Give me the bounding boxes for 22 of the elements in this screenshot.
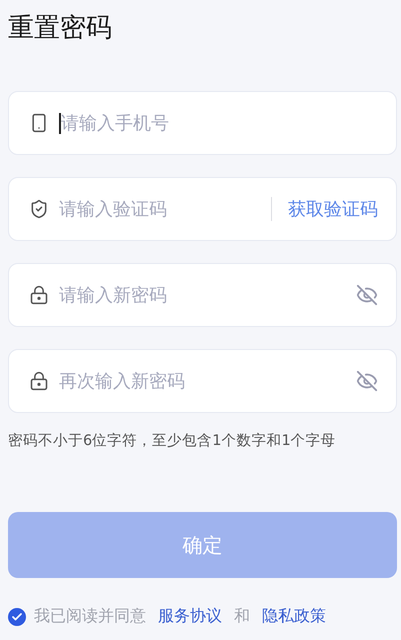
text-field[interactable]: 请输入新密码 xyxy=(8,263,397,327)
lock-icon xyxy=(29,371,49,391)
page-title: 重置密码 xyxy=(8,12,113,45)
check-icon xyxy=(11,610,23,622)
input-field[interactable]: 请输入新密码 xyxy=(59,284,346,306)
input-field[interactable]: 再次输入新密码 xyxy=(59,370,346,392)
input-field[interactable]: 请输入验证码 xyxy=(59,198,261,220)
eye-off-icon[interactable] xyxy=(356,284,378,306)
agree-checkbox[interactable] xyxy=(8,608,26,626)
shield-check-icon xyxy=(29,199,49,219)
terms-link[interactable]: 服务协议 xyxy=(158,606,222,627)
input-field[interactable]: 请输入手机号 xyxy=(59,112,378,134)
agree-text: 我已阅读并同意 xyxy=(34,606,146,627)
joiner-text: 和 xyxy=(234,606,250,627)
eye-off-icon[interactable] xyxy=(356,370,378,392)
lock-icon xyxy=(29,285,49,305)
privacy-link[interactable]: 隐私政策 xyxy=(262,606,326,627)
text-field[interactable]: 请输入验证码 获取验证码 xyxy=(8,177,397,241)
get-code-link[interactable]: 获取验证码 xyxy=(282,197,378,221)
text-field[interactable]: 再次输入新密码 xyxy=(8,349,397,413)
password-hint: 密码不小于6位字符，至少包含1个数字和1个字母 xyxy=(8,432,337,450)
text-field[interactable]: 请输入手机号 xyxy=(8,91,397,155)
